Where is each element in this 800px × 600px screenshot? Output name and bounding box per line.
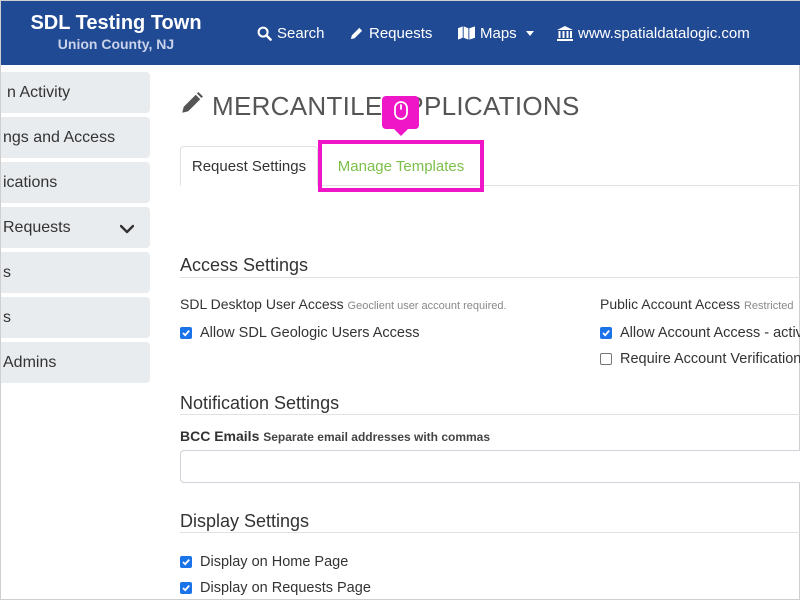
nav-website-label: www.spatialdatalogic.com: [578, 24, 750, 42]
sidebar-item-settings-access[interactable]: ngs and Access: [1, 117, 150, 158]
allow-account-access-checkbox-row[interactable]: Allow Account Access - active: [600, 325, 800, 341]
section-divider: [180, 277, 800, 278]
allow-sdl-users-label: Allow SDL Geologic Users Access: [200, 325, 420, 341]
sidebar-item-admins[interactable]: Admins: [1, 342, 150, 383]
tab-request-settings[interactable]: Request Settings: [180, 146, 318, 186]
bcc-emails-title: BCC Emails: [180, 428, 260, 444]
public-access-title: Public Account Access: [600, 296, 741, 312]
check-icon: [182, 585, 190, 592]
chevron-down-icon[interactable]: [119, 221, 135, 239]
sidebar-item-activity[interactable]: n Activity: [1, 72, 150, 113]
click-indicator: [382, 96, 419, 136]
mouse-icon: [393, 100, 408, 125]
display-requests-checkbox[interactable]: [180, 582, 192, 594]
sidebar-item-6[interactable]: s: [1, 297, 150, 338]
bcc-emails-input[interactable]: [180, 450, 800, 483]
check-icon: [182, 559, 190, 566]
check-icon: [182, 330, 190, 337]
sidebar-item-label: ications: [3, 173, 58, 191]
caret-down-icon: [525, 30, 534, 36]
pencil-icon: [180, 91, 204, 122]
pencil-icon: [349, 26, 364, 41]
desktop-access-title: SDL Desktop User Access: [180, 296, 344, 312]
display-requests-checkbox-row[interactable]: Display on Requests Page: [180, 580, 371, 596]
desktop-access-label: SDL Desktop User Access Geoclient user a…: [180, 296, 507, 312]
sidebar-item-requests[interactable]: Requests: [1, 207, 150, 248]
require-verification-checkbox[interactable]: [600, 353, 612, 365]
sidebar-item-5[interactable]: s: [1, 252, 150, 293]
display-settings-heading: Display Settings: [180, 511, 310, 531]
bcc-emails-label: BCC Emails Separate email addresses with…: [180, 428, 490, 444]
nav-search-label: Search: [277, 24, 325, 42]
sidebar-item-applications[interactable]: ications: [1, 162, 150, 203]
nav-maps[interactable]: Maps: [458, 21, 534, 45]
page-title: MERCANTILE APPLICATIONS: [180, 91, 580, 122]
notification-settings-heading: Notification Settings: [180, 393, 340, 413]
access-settings-heading: Access Settings: [180, 255, 309, 275]
public-access-note: Restricted: [743, 300, 794, 312]
require-verification-checkbox-row[interactable]: Require Account Verification: [600, 351, 800, 367]
brand-subtitle: Union County, NJ: [57, 36, 175, 52]
require-verification-label: Require Account Verification: [620, 351, 800, 367]
sidebar-item-label: ngs and Access: [3, 128, 116, 146]
allow-sdl-users-checkbox[interactable]: [180, 327, 192, 339]
bank-icon: [557, 25, 573, 41]
bcc-emails-note: Separate email addresses with commas: [263, 430, 491, 444]
section-divider: [180, 414, 800, 415]
section-divider: [180, 532, 800, 533]
allow-account-access-label: Allow Account Access - active: [620, 325, 800, 341]
public-access-label: Public Account Access Restricted: [600, 296, 794, 312]
nav-search[interactable]: Search: [257, 21, 325, 45]
sidebar-item-label: s: [3, 308, 11, 326]
tab-label: Request Settings: [191, 157, 307, 175]
display-requests-label: Display on Requests Page: [200, 580, 371, 596]
brand[interactable]: SDL Testing Town Union County, NJ: [21, 11, 211, 53]
brand-title: SDL Testing Town: [30, 12, 202, 34]
display-home-label: Display on Home Page: [200, 554, 349, 570]
nav-requests-label: Requests: [369, 24, 433, 42]
nav-requests[interactable]: Requests: [349, 21, 432, 45]
nav-website-link[interactable]: www.spatialdatalogic.com: [557, 21, 750, 45]
check-icon: [602, 330, 610, 337]
sidebar-item-label: n Activity: [7, 83, 71, 101]
display-home-checkbox[interactable]: [180, 556, 192, 568]
sidebar-item-label: Admins: [3, 353, 57, 371]
desktop-access-note: Geoclient user account required.: [347, 300, 507, 312]
display-home-checkbox-row[interactable]: Display on Home Page: [180, 554, 348, 570]
click-highlight-box: [318, 140, 484, 192]
search-icon: [257, 26, 272, 41]
map-icon: [458, 26, 475, 40]
sidebar-item-label: Requests: [3, 218, 71, 236]
nav-maps-label: Maps: [480, 24, 517, 42]
sidebar-item-label: s: [3, 263, 11, 281]
allow-account-access-checkbox[interactable]: [600, 327, 612, 339]
top-navbar: SDL Testing Town Union County, NJ Search…: [1, 1, 800, 65]
allow-sdl-users-checkbox-row[interactable]: Allow SDL Geologic Users Access: [180, 325, 419, 341]
